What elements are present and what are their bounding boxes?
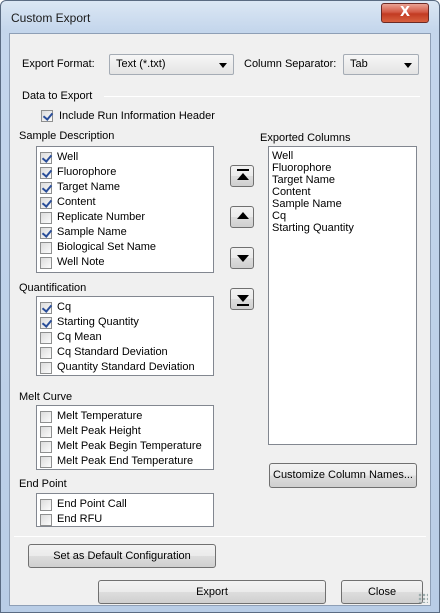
checkbox-unchecked-icon[interactable] xyxy=(40,212,52,224)
checkbox-unchecked-icon[interactable] xyxy=(40,426,52,438)
exported-column-item[interactable]: Target Name xyxy=(272,174,335,186)
window-title: Custom Export xyxy=(11,11,91,25)
exported-column-item[interactable]: Content xyxy=(272,186,311,198)
checkbox-unchecked-icon[interactable] xyxy=(40,456,52,468)
move-down-icon xyxy=(237,255,249,262)
quantification-heading: Quantification xyxy=(19,282,87,294)
close-button[interactable]: Close xyxy=(341,580,423,604)
checkbox-unchecked-icon[interactable] xyxy=(40,499,52,511)
export-button[interactable]: Export xyxy=(98,580,326,604)
move-to-bottom-button[interactable] xyxy=(230,288,254,310)
move-to-top-button[interactable] xyxy=(230,165,254,187)
sample-description-item-label: Biological Set Name xyxy=(57,241,157,253)
checkbox-unchecked-icon[interactable] xyxy=(40,332,52,344)
chevron-down-icon xyxy=(404,63,412,68)
quantification-item-label: Cq Mean xyxy=(57,331,102,343)
sample-description-list: Well Fluorophore Target Name Content Replica… xyxy=(36,146,214,273)
close-button-label: Close xyxy=(367,586,397,598)
data-to-export-heading: Data to Export xyxy=(22,90,93,102)
column-separator-select[interactable]: Tab xyxy=(343,54,419,75)
sample-description-item-label: Replicate Number xyxy=(57,211,146,223)
checkbox-checked-icon[interactable] xyxy=(40,197,52,209)
checkbox-unchecked-icon[interactable] xyxy=(40,242,52,254)
custom-export-dialog: Custom Export X Export Format: Text (*.t… xyxy=(0,0,440,613)
checkbox-checked-icon[interactable] xyxy=(40,167,52,179)
checkbox-unchecked-icon[interactable] xyxy=(40,411,52,423)
melt-curve-item-label: Melt Temperature xyxy=(57,410,143,422)
move-to-top-icon xyxy=(237,173,249,180)
close-window-button[interactable]: X xyxy=(381,3,429,23)
exported-column-item[interactable]: Cq xyxy=(272,210,286,222)
set-default-configuration-label: Set as Default Configuration xyxy=(53,550,191,562)
quantification-item-label: Cq xyxy=(57,301,72,313)
column-separator-value: Tab xyxy=(350,58,368,70)
dialog-body: Export Format: Text (*.txt) Column Separ… xyxy=(9,33,431,606)
checkbox-unchecked-icon[interactable] xyxy=(40,514,52,526)
customize-column-names-button[interactable]: Customize Column Names... xyxy=(269,463,417,488)
title-bar[interactable]: Custom Export X xyxy=(1,1,439,35)
export-button-label: Export xyxy=(196,586,228,598)
move-up-icon xyxy=(237,212,249,219)
exported-column-item[interactable]: Sample Name xyxy=(272,198,342,210)
move-to-bottom-icon xyxy=(237,295,249,302)
include-header-checkbox[interactable]: Include Run Information Header xyxy=(41,108,241,124)
sample-description-heading: Sample Description xyxy=(19,130,115,142)
resize-grip-icon[interactable] xyxy=(418,593,428,603)
checkbox-unchecked-icon[interactable] xyxy=(40,347,52,359)
move-up-button[interactable] xyxy=(230,206,254,228)
quantification-list: Cq Starting Quantity Cq Mean Cq Standard De… xyxy=(36,296,214,376)
melt-curve-item-label: Melt Peak Begin Temperature xyxy=(57,440,202,452)
checkbox-checked-icon[interactable] xyxy=(40,302,52,314)
end-point-item-label: End RFU xyxy=(57,513,103,525)
sample-description-item-label: Well xyxy=(57,151,79,163)
export-format-value: Text (*.txt) xyxy=(116,58,166,70)
checkbox-checked-icon xyxy=(41,110,53,122)
melt-curve-heading: Melt Curve xyxy=(19,391,73,403)
melt-curve-list: Melt Temperature Melt Peak Height Melt Pea… xyxy=(36,405,214,470)
exported-column-item[interactable]: Fluorophore xyxy=(272,162,331,174)
exported-column-item[interactable]: Starting Quantity xyxy=(272,222,354,234)
checkbox-checked-icon[interactable] xyxy=(40,182,52,194)
sample-description-item-label: Sample Name xyxy=(57,226,127,238)
divider xyxy=(14,536,426,537)
checkbox-checked-icon[interactable] xyxy=(40,317,52,329)
column-separator-label: Column Separator: xyxy=(244,58,337,70)
chevron-down-icon xyxy=(219,63,227,68)
end-point-list: End Point Call End RFU xyxy=(36,493,214,527)
exported-column-item[interactable]: Well xyxy=(272,150,293,162)
melt-curve-item-label: Melt Peak Height xyxy=(57,425,141,437)
exported-columns-list[interactable]: Well Fluorophore Target Name Content Sample … xyxy=(268,146,417,445)
exported-columns-heading: Exported Columns xyxy=(260,132,351,144)
end-point-item-label: End Point Call xyxy=(57,498,127,510)
quantification-item-label: Cq Standard Deviation xyxy=(57,346,168,358)
close-icon: X xyxy=(399,5,411,20)
export-format-select[interactable]: Text (*.txt) xyxy=(109,54,234,75)
set-default-configuration-button[interactable]: Set as Default Configuration xyxy=(28,544,216,568)
sample-description-item-label: Well Note xyxy=(57,256,105,268)
export-format-label: Export Format: xyxy=(22,58,95,70)
quantification-item-label: Starting Quantity xyxy=(57,316,139,328)
sample-description-item-label: Fluorophore xyxy=(57,166,117,178)
include-header-label: Include Run Information Header xyxy=(59,110,215,122)
divider xyxy=(104,96,420,97)
checkbox-unchecked-icon[interactable] xyxy=(40,362,52,374)
checkbox-unchecked-icon[interactable] xyxy=(40,441,52,453)
customize-column-names-label: Customize Column Names... xyxy=(273,469,413,481)
end-point-heading: End Point xyxy=(19,478,67,490)
quantification-item-label: Quantity Standard Deviation xyxy=(57,361,195,373)
checkbox-unchecked-icon[interactable] xyxy=(40,257,52,269)
checkbox-checked-icon[interactable] xyxy=(40,227,52,239)
move-down-button[interactable] xyxy=(230,247,254,269)
sample-description-item-label: Content xyxy=(57,196,96,208)
melt-curve-item-label: Melt Peak End Temperature xyxy=(57,455,194,467)
checkbox-checked-icon[interactable] xyxy=(40,152,52,164)
sample-description-item-label: Target Name xyxy=(57,181,120,193)
